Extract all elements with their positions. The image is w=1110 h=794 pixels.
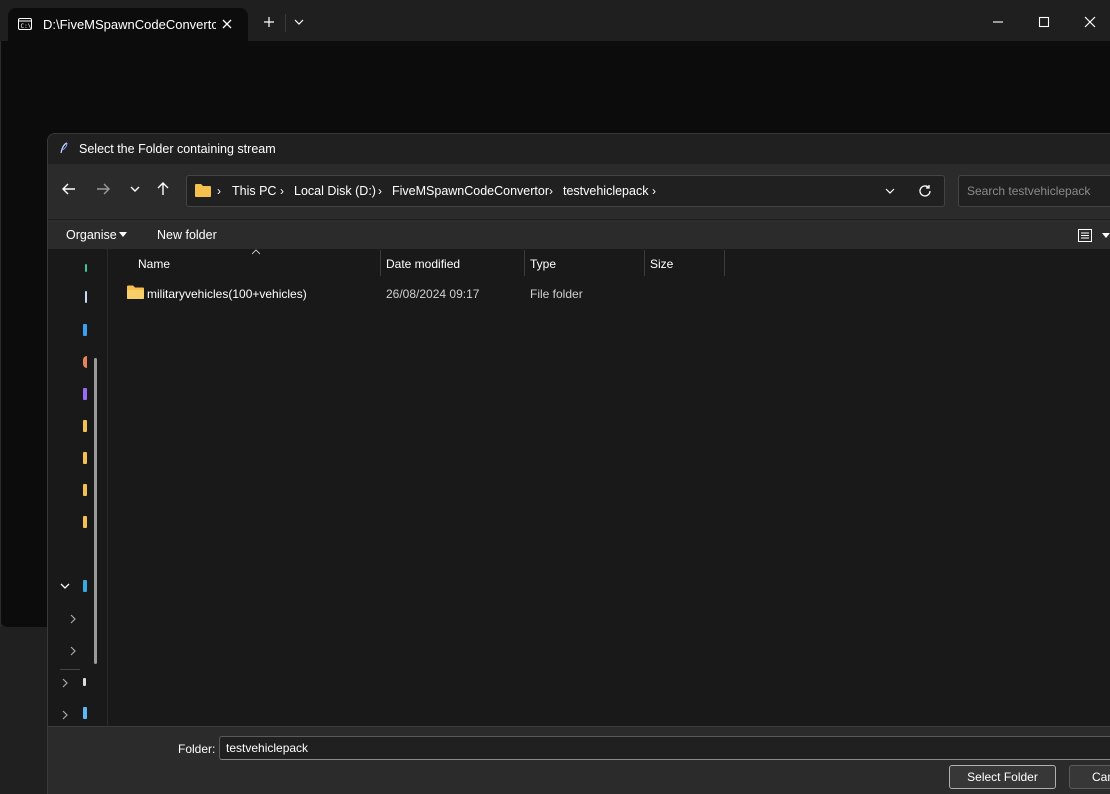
folder-icon[interactable]	[83, 516, 87, 528]
file-type: File folder	[530, 287, 583, 301]
terminal-icon: C:\	[18, 18, 32, 30]
dialog-titlebar: Select the Folder containing stream	[48, 134, 1110, 164]
address-history-chevron-icon[interactable]	[884, 185, 896, 197]
folder-name-input[interactable]	[219, 736, 1110, 760]
folder-icon[interactable]	[83, 420, 87, 432]
folder-picker-dialog: Select the Folder containing stream › Th…	[47, 133, 1110, 794]
chevron-right-icon[interactable]	[60, 678, 70, 688]
column-header-size[interactable]: Size	[650, 257, 673, 271]
this-pc-icon[interactable]	[83, 580, 87, 592]
column-separator[interactable]	[380, 250, 381, 276]
select-folder-button[interactable]: Select Folder	[949, 765, 1056, 789]
dialog-footer: Folder: Select Folder Cancel	[48, 726, 1110, 794]
chevron-right-icon[interactable]	[60, 710, 70, 720]
tab-title: D:\FiveMSpawnCodeConvertc	[43, 17, 216, 32]
breadcrumb-fivem-folder[interactable]: FiveMSpawnCodeConvertor	[392, 184, 549, 198]
chevron-right-icon[interactable]	[68, 614, 78, 624]
tab-divider	[285, 14, 286, 32]
back-arrow-icon[interactable]	[61, 181, 77, 197]
refresh-icon[interactable]	[918, 184, 932, 198]
breadcrumb-separator: ›	[217, 184, 221, 198]
nav-scrollbar[interactable]	[94, 358, 97, 664]
folder-icon[interactable]	[83, 484, 87, 496]
folder-icon	[127, 285, 144, 299]
network-icon[interactable]	[83, 678, 86, 686]
navigation-bar: › This PC › Local Disk (D:) › FiveMSpawn…	[48, 164, 1110, 219]
minimize-icon[interactable]	[992, 16, 1004, 28]
chevron-down-icon[interactable]	[293, 16, 305, 28]
new-folder-button[interactable]: New folder	[157, 228, 217, 242]
column-header-name[interactable]: Name	[138, 257, 170, 271]
music-icon[interactable]	[83, 356, 87, 368]
breadcrumb-separator[interactable]: ›	[280, 184, 284, 198]
desktop-icon[interactable]	[85, 291, 87, 303]
terminal-border	[0, 41, 1, 627]
file-list[interactable]: Name Date modified Type Size militaryveh…	[107, 249, 1110, 726]
forward-arrow-icon[interactable]	[95, 181, 111, 197]
cancel-button[interactable]: Cancel	[1069, 765, 1110, 789]
column-header-date[interactable]: Date modified	[386, 257, 460, 271]
videos-icon[interactable]	[83, 388, 87, 400]
table-row[interactable]: militaryvehicles(100+vehicles) 26/08/202…	[108, 279, 1110, 305]
up-arrow-icon[interactable]	[155, 181, 171, 197]
terminal-tab[interactable]: C:\ D:\FiveMSpawnCodeConvertc	[8, 8, 248, 41]
command-bar: Organise New folder	[48, 219, 1110, 250]
chevron-down-icon[interactable]	[119, 232, 127, 238]
dialog-title: Select the Folder containing stream	[79, 142, 276, 156]
folder-icon	[195, 184, 211, 197]
organise-button[interactable]: Organise	[66, 228, 117, 242]
downloads-icon[interactable]	[83, 324, 87, 336]
close-icon[interactable]	[220, 17, 234, 31]
breadcrumb-separator[interactable]: ›	[378, 184, 382, 198]
search-placeholder: Search testvehiclepack	[967, 184, 1091, 198]
quick-access-icon[interactable]	[85, 264, 87, 272]
chevron-right-icon[interactable]	[68, 646, 78, 656]
breadcrumb-separator[interactable]: ›	[549, 184, 553, 198]
column-header-type[interactable]: Type	[530, 257, 556, 271]
column-separator[interactable]	[524, 250, 525, 276]
chevron-down-icon[interactable]	[1102, 233, 1110, 239]
file-date: 26/08/2024 09:17	[386, 287, 480, 301]
address-bar[interactable]: › This PC › Local Disk (D:) › FiveMSpawn…	[186, 175, 945, 207]
plus-icon[interactable]	[263, 16, 275, 28]
folder-label: Folder:	[178, 742, 216, 756]
nav-divider	[60, 669, 80, 670]
folder-icon[interactable]	[83, 452, 87, 464]
column-separator[interactable]	[724, 250, 725, 276]
linux-icon[interactable]	[83, 707, 87, 719]
maximize-icon[interactable]	[1038, 16, 1050, 28]
details-view-icon[interactable]	[1078, 229, 1092, 242]
breadcrumb-this-pc[interactable]: This PC	[232, 184, 276, 198]
sort-ascending-icon	[252, 249, 260, 255]
chevron-down-icon[interactable]	[60, 581, 70, 591]
window-close-icon[interactable]	[1084, 16, 1096, 28]
feather-icon	[60, 142, 68, 154]
breadcrumb-separator[interactable]: ›	[652, 184, 656, 198]
terminal-titlebar: C:\ D:\FiveMSpawnCodeConvertc	[0, 0, 1110, 41]
breadcrumb-local-disk[interactable]: Local Disk (D:)	[294, 184, 376, 198]
column-separator[interactable]	[644, 250, 645, 276]
search-box[interactable]: Search testvehiclepack	[958, 175, 1110, 207]
file-name[interactable]: militaryvehicles(100+vehicles)	[147, 287, 307, 301]
recent-locations-chevron-icon[interactable]	[127, 181, 143, 197]
navigation-pane[interactable]	[48, 249, 106, 781]
svg-text:C:\: C:\	[21, 23, 32, 30]
breadcrumb-testvehiclepack[interactable]: testvehiclepack	[563, 184, 648, 198]
